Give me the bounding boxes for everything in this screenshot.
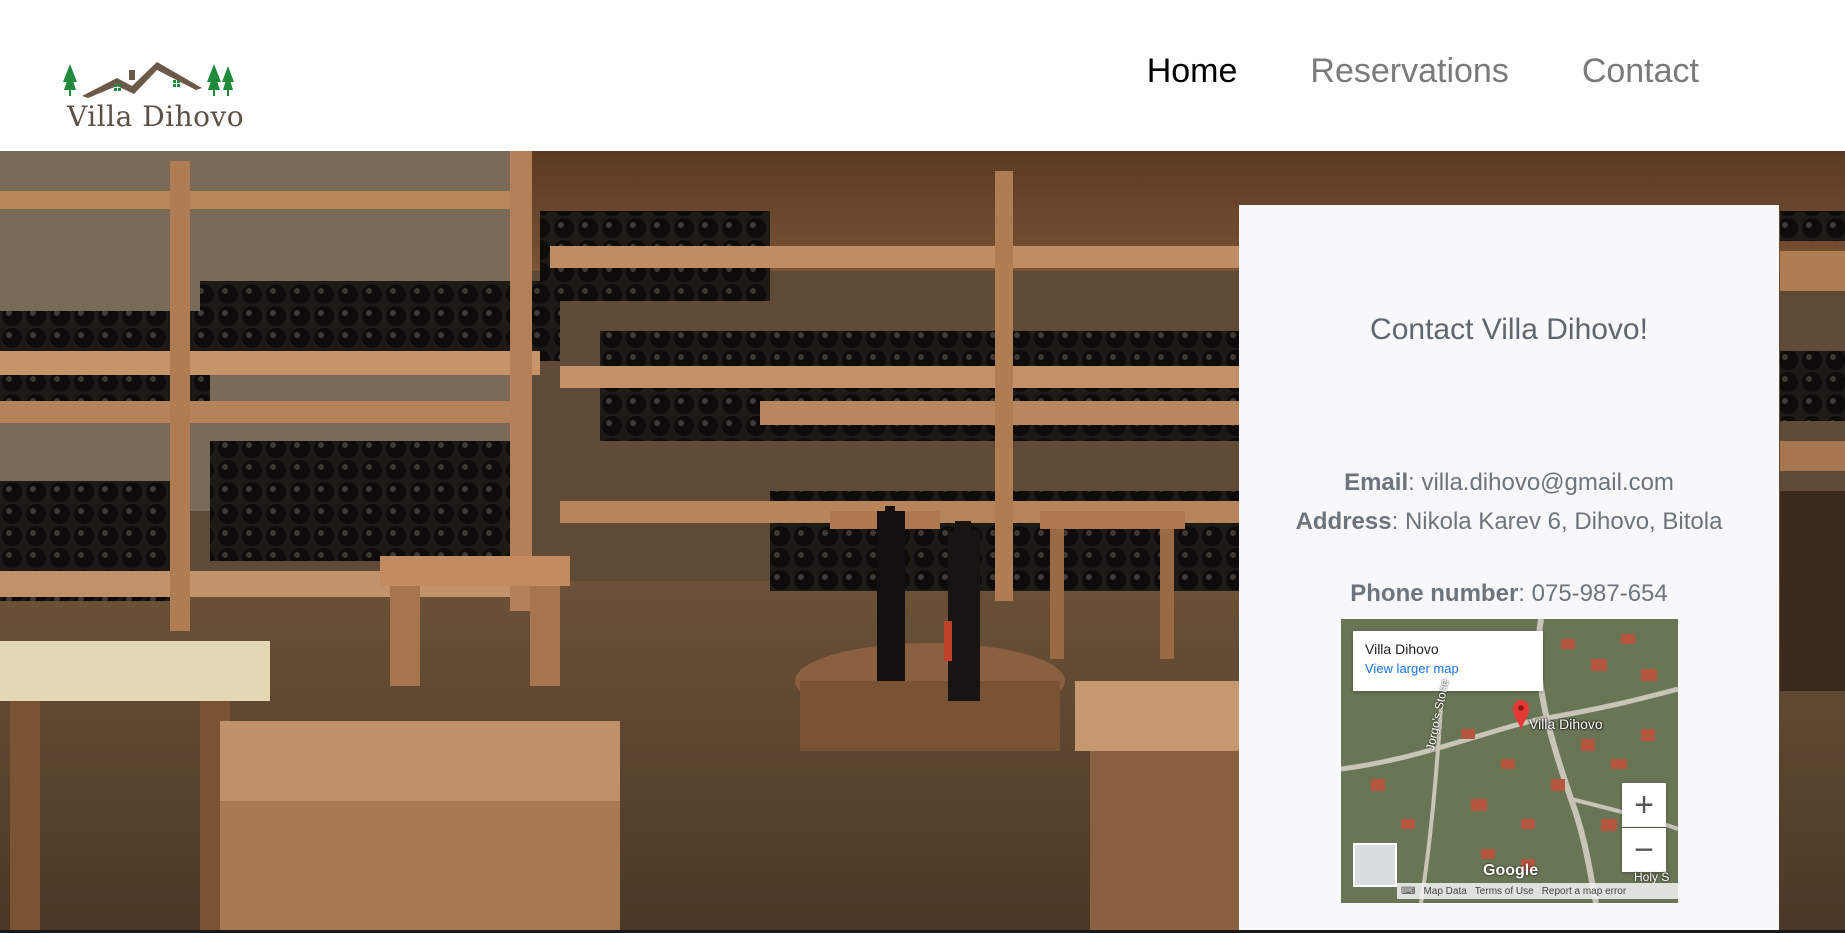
map-corner-label: Holy S [1634, 870, 1670, 884]
phone-label: Phone number [1350, 580, 1519, 607]
email-value[interactable]: : villa.dihovo@gmail.com [1408, 469, 1674, 496]
embedded-map[interactable]: Villa Dihovo View larger map Villa Dihov… [1341, 619, 1678, 903]
site-header: Villa Dihovo Home Reservations Contact [0, 0, 1845, 151]
contact-title: Contact Villa Dihovo! [1370, 313, 1648, 346]
logo-text: Villa Dihovo [67, 100, 245, 133]
map-data-link[interactable]: Map Data [1423, 886, 1466, 897]
view-larger-map-link[interactable]: View larger map [1365, 661, 1531, 676]
address-value: : Nikola Karev 6, Dihovo, Bitola [1391, 508, 1723, 535]
nav-contact[interactable]: Contact [1582, 52, 1699, 91]
report-error-link[interactable]: Report a map error [1542, 886, 1626, 897]
phone-value[interactable]: : 075-987-654 [1518, 580, 1667, 607]
email-line: Email: villa.dihovo@gmail.com [1289, 467, 1729, 498]
zoom-in-button[interactable]: + [1622, 783, 1666, 827]
map-type-toggle[interactable] [1353, 843, 1397, 887]
terms-link[interactable]: Terms of Use [1475, 886, 1534, 897]
phone-line: Phone number: 075-987-654 [1289, 578, 1729, 609]
map-place-name: Villa Dihovo [1365, 641, 1439, 657]
address-label: Address [1295, 508, 1392, 535]
map-footer: ⌨ Map Data Terms of Use Report a map err… [1397, 883, 1678, 899]
nav-home[interactable]: Home [1147, 52, 1238, 91]
email-label: Email [1344, 469, 1409, 496]
site-logo[interactable]: Villa Dihovo [62, 60, 245, 133]
keyboard-icon[interactable]: ⌨ [1401, 886, 1415, 897]
nav-reservations[interactable]: Reservations [1310, 52, 1508, 91]
zoom-out-button[interactable]: − [1622, 828, 1666, 872]
main-nav: Home Reservations Contact [1147, 52, 1699, 91]
contact-card: Contact Villa Dihovo! Email: villa.dihov… [1239, 205, 1779, 930]
google-logo: Google [1483, 862, 1539, 879]
house-logo-icon [63, 62, 234, 98]
address-line: Address: Nikola Karev 6, Dihovo, Bitola [1289, 506, 1729, 537]
map-pin-label: Villa Dihovo [1529, 716, 1603, 732]
